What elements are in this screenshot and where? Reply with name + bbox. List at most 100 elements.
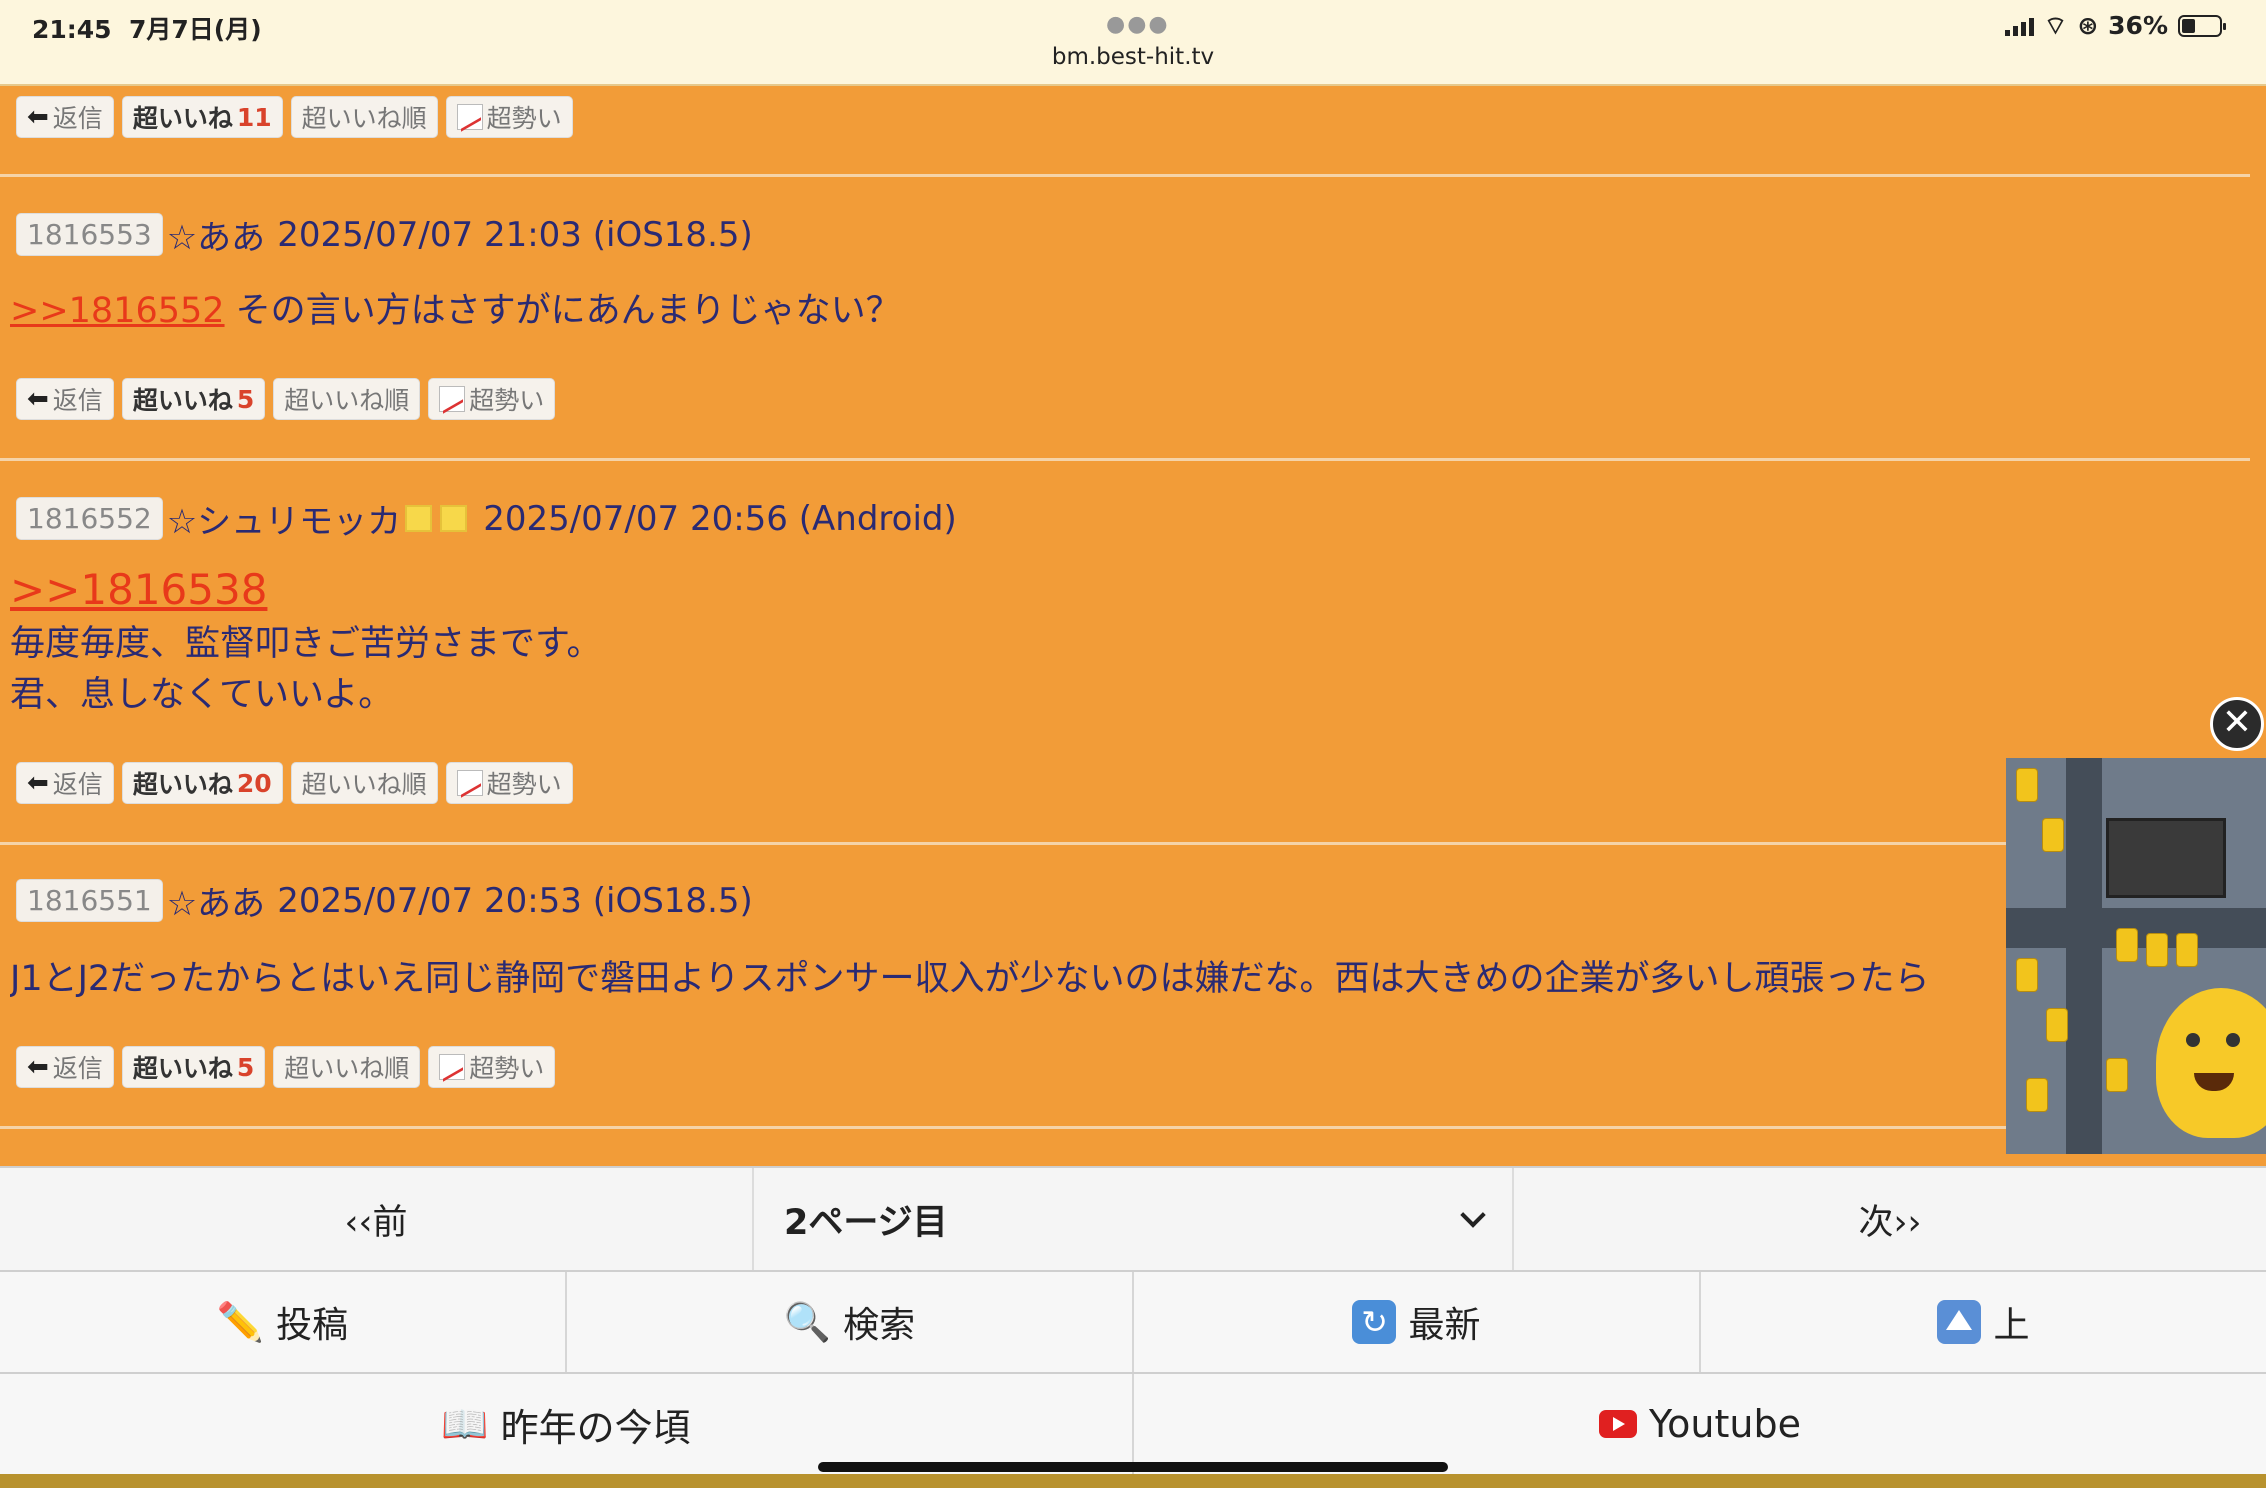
super-like-button[interactable]: 超いいね 20	[121, 762, 283, 804]
chevron-down-icon	[1460, 1202, 1486, 1228]
super-momentum-button[interactable]: 超勢い	[428, 1046, 556, 1088]
post-actions: ⬅ 返信 超いいね 11 超いいね順 超勢い	[16, 96, 573, 138]
post-text-line: 毎度毎度、監督叩きご苦労さまです。	[10, 624, 602, 664]
post-date: 2025/07/07 20:53 (iOS18.5)	[277, 880, 753, 921]
battery-percent: 36%	[2108, 11, 2168, 40]
post-actions: ⬅ 返信 超いいね 20 超いいね順 超勢い	[16, 762, 573, 804]
post-date: 2025/07/07 21:03 (iOS18.5)	[277, 214, 753, 255]
last-year-button[interactable]: 📖 昨年の今頃	[0, 1374, 1132, 1474]
post-body: >>1816552 その言い方はさすがにあんまりじゃない？	[10, 286, 901, 337]
post-separator	[0, 842, 2250, 845]
reply-button[interactable]: ⬅ 返信	[16, 1046, 114, 1088]
post-id[interactable]: 1816551	[16, 879, 163, 922]
status-bar: 21:45 7月7日(月) ●●● bm.best-hit.tv ⌔ ⊛ 36%	[0, 0, 2266, 86]
youtube-button[interactable]: Youtube	[1134, 1374, 2266, 1474]
scroll-top-button[interactable]: 上	[1701, 1272, 2266, 1372]
home-indicator[interactable]	[818, 1462, 1448, 1472]
magnifier-icon: 🔍	[783, 1299, 832, 1344]
reply-arrow-icon: ⬅	[27, 1052, 49, 1082]
reply-arrow-icon: ⬅	[27, 102, 49, 132]
reply-anchor-link[interactable]: >>1816552	[10, 291, 225, 331]
super-momentum-button[interactable]: 超勢い	[445, 762, 573, 804]
ad-car-graphic	[2016, 958, 2038, 992]
reply-button[interactable]: ⬅ 返信	[16, 378, 114, 420]
super-like-button[interactable]: 超いいね 5	[121, 1046, 266, 1088]
ad-car-graphic	[2016, 768, 2038, 802]
trend-chart-icon	[456, 770, 483, 796]
action-toolbar: ✏️ 投稿 🔍 検索 ↻ 最新 上	[0, 1270, 2266, 1372]
post-actions: ⬅ 返信 超いいね 5 超いいね順 超勢い	[16, 1046, 556, 1088]
post-text-line: 君、息しなくていいよ。	[10, 675, 394, 715]
page-select[interactable]: 2ページ目	[754, 1168, 1512, 1270]
ad-car-graphic	[2046, 1008, 2068, 1042]
reply-anchor-link[interactable]: >>1816538	[10, 565, 267, 614]
youtube-icon	[1599, 1410, 1637, 1438]
post-text-line: J1とJ2だったからとはいえ同じ静岡で磐田よりスポンサー収入が少ないのは嫌だな。…	[10, 959, 1930, 999]
post-date: 2025/07/07 20:56 (Android)	[483, 498, 957, 539]
trend-chart-icon	[439, 1054, 466, 1080]
reply-arrow-icon: ⬅	[27, 384, 49, 414]
reply-button[interactable]: ⬅ 返信	[16, 762, 114, 804]
signal-icon	[2004, 16, 2034, 36]
post-body: J1とJ2だったからとはいえ同じ静岡で磐田よりスポンサー収入が少ないのは嫌だな。…	[10, 954, 2010, 1005]
status-time: 21:45 7月7日(月)	[32, 15, 262, 44]
ad-car-graphic	[2106, 1058, 2128, 1092]
post-button[interactable]: ✏️ 投稿	[0, 1272, 565, 1372]
post-header: 1816551 ☆ああ 2025/07/07 20:53 (iOS18.5)	[16, 876, 753, 925]
super-momentum-button[interactable]: 超勢い	[445, 96, 573, 138]
yellow-square-icon	[440, 505, 468, 532]
post-id[interactable]: 1816552	[16, 497, 163, 540]
super-like-order-button[interactable]: 超いいね順	[273, 378, 421, 420]
post-text-line: その言い方はさすがにあんまりじゃない？	[235, 291, 901, 331]
post-id[interactable]: 1816553	[16, 213, 163, 256]
ad-close-button[interactable]: ✕	[2210, 697, 2264, 751]
super-momentum-button[interactable]: 超勢い	[428, 378, 556, 420]
super-like-button[interactable]: 超いいね 5	[121, 378, 266, 420]
trend-chart-icon	[439, 386, 466, 412]
tab-overview-dots[interactable]: ●●●	[1106, 12, 1170, 37]
ad-car-graphic	[2026, 1078, 2048, 1112]
super-like-order-button[interactable]: 超いいね順	[273, 1046, 421, 1088]
ad-angry-character	[2156, 988, 2266, 1138]
post-header: 1816553 ☆ああ 2025/07/07 21:03 (iOS18.5)	[16, 210, 753, 259]
up-arrow-icon	[1937, 1300, 1982, 1344]
search-button[interactable]: 🔍 検索	[567, 1272, 1132, 1372]
post-body: >>1816538 毎度毎度、監督叩きご苦労さまです。 君、息しなくていいよ。	[10, 564, 602, 721]
reply-button[interactable]: ⬅ 返信	[16, 96, 114, 138]
post-separator	[0, 458, 2250, 461]
floating-game-ad[interactable]	[2006, 758, 2266, 1154]
super-like-order-button[interactable]: 超いいね順	[290, 762, 438, 804]
pagination: ‹‹前 2ページ目 次››	[0, 1166, 2266, 1270]
orientation-lock-icon: ⊛	[2077, 11, 2099, 40]
post-header: 1816552 ☆シュリモッカ 2025/07/07 20:56 (Androi…	[16, 494, 957, 543]
super-like-order-button[interactable]: 超いいね順	[290, 96, 438, 138]
prev-page-button[interactable]: ‹‹前	[0, 1168, 752, 1270]
ad-road-graphic	[2066, 758, 2102, 1154]
secondary-toolbar: 📖 昨年の今頃 Youtube	[0, 1372, 2266, 1474]
ad-car-graphic	[2042, 818, 2064, 852]
trend-chart-icon	[456, 104, 483, 130]
wifi-icon: ⌔	[2043, 11, 2068, 40]
post-actions: ⬅ 返信 超いいね 5 超いいね順 超勢い	[16, 378, 556, 420]
thread-content: ⬅ 返信 超いいね 11 超いいね順 超勢い 1816553 ☆ああ 2025/07…	[0, 88, 2266, 1166]
super-like-button[interactable]: 超いいね 11	[121, 96, 283, 138]
book-icon: 📖	[441, 1401, 489, 1446]
ad-car-graphic	[2176, 933, 2198, 967]
refresh-icon: ↻	[1352, 1300, 1397, 1344]
latest-button[interactable]: ↻ 最新	[1134, 1272, 1699, 1372]
post-author: ☆ああ	[166, 218, 266, 258]
ad-car-graphic	[2116, 928, 2138, 962]
pencil-icon: ✏️	[216, 1299, 265, 1344]
post-separator	[0, 1126, 2250, 1129]
post-author: ☆シュリモッカ	[166, 502, 402, 542]
post-separator	[0, 174, 2250, 177]
battery-icon	[2178, 14, 2226, 37]
yellow-square-icon	[405, 505, 433, 532]
ad-car-graphic	[2146, 933, 2168, 967]
next-page-button[interactable]: 次››	[1514, 1168, 2266, 1270]
page-select-value: 2ページ目	[784, 1202, 948, 1243]
reply-arrow-icon: ⬅	[27, 768, 49, 798]
bottom-strip	[0, 1474, 2266, 1488]
address-bar-url[interactable]: bm.best-hit.tv	[0, 44, 2266, 70]
ad-bus-stop-graphic	[2106, 818, 2226, 898]
